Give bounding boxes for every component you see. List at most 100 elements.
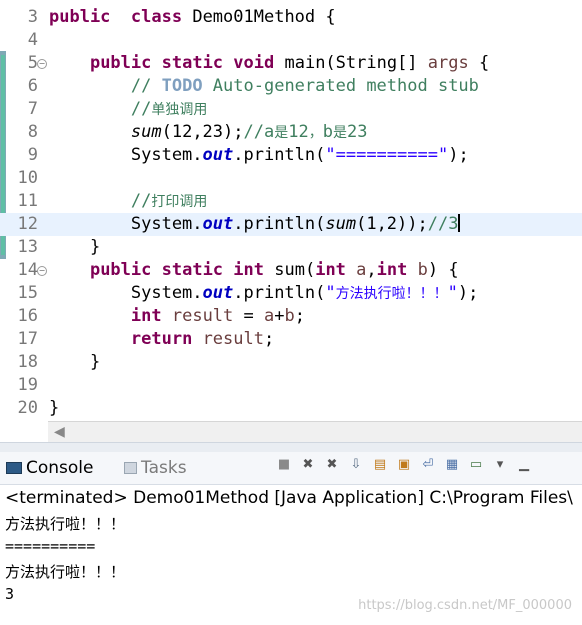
code-token: , [366, 260, 377, 280]
open-console-icon[interactable]: ▭ [468, 457, 484, 473]
code-token: System. [49, 145, 203, 165]
code-token: out [202, 145, 234, 165]
display-selected-console-icon[interactable]: ▦ [444, 457, 460, 473]
console-output[interactable]: <terminated> Demo01Method [Java Applicat… [0, 485, 582, 625]
code-token: b [417, 260, 428, 280]
code-line[interactable]: 5− public static void main(String[] args… [0, 52, 582, 75]
code-token: TODO [161, 76, 203, 96]
code-token: sum [325, 214, 357, 234]
code-editor[interactable]: 3 public class Demo01Method {4 5− public s… [0, 0, 582, 420]
code-token: void [233, 53, 275, 73]
stop-icon[interactable]: ■ [276, 457, 292, 473]
code-token: sum [130, 122, 162, 142]
code-token: //打印调用 [130, 191, 208, 211]
code-token: { [468, 53, 490, 73]
code-token: public [89, 260, 152, 280]
code-token: "方法执行啦！！！" [325, 283, 458, 303]
code-line[interactable]: 14− public static int sum(int a,int b) { [0, 259, 582, 282]
line-number: 5 [27, 53, 38, 73]
code-token: } [49, 398, 60, 418]
scroll-lock-icon[interactable]: ⇩ [348, 457, 364, 473]
code-text: System.out.println(sum(1,2));//3 [49, 213, 461, 236]
code-line[interactable]: 11 //打印调用 [0, 190, 582, 213]
code-line[interactable]: 6 // TODO Auto-generated method stub [0, 75, 582, 98]
code-text: public static int sum(int a,int b) { [49, 259, 459, 282]
code-line[interactable]: 16 int result = a+b; [0, 305, 582, 328]
line-number: 12 [17, 214, 38, 234]
line-number: 20 [17, 398, 38, 418]
pin-console-icon[interactable]: ▣ [396, 457, 412, 473]
console-tab-label: Console [26, 458, 94, 478]
code-text: } [49, 351, 100, 374]
minus-circle-icon[interactable]: − [37, 266, 47, 276]
code-line[interactable]: 13 } [0, 236, 582, 259]
code-line[interactable]: 12 System.out.println(sum(1,2));//3 [0, 213, 582, 236]
line-number: 9 [27, 145, 38, 165]
code-token: //a是12，b是23 [243, 122, 368, 142]
line-number: 7 [27, 99, 38, 119]
code-line[interactable]: 7 //单独调用 [0, 98, 582, 121]
code-line[interactable]: 4 [0, 29, 582, 52]
code-line[interactable]: 15 System.out.println("方法执行啦！！！"); [0, 282, 582, 305]
code-token: "==========" [325, 145, 449, 165]
console-status-line: <terminated> Demo01Method [Java Applicat… [5, 488, 573, 508]
console-output-line: ========== [5, 537, 96, 555]
line-number: 6 [27, 76, 38, 96]
code-token: ; [263, 329, 275, 349]
code-token: main(String[] [274, 53, 428, 73]
code-line[interactable]: 20} [0, 397, 582, 420]
code-token: System. [49, 214, 203, 234]
tab-tasks[interactable]: Tasks [124, 458, 187, 478]
code-token: args [427, 53, 469, 73]
view-menu-icon[interactable]: ▾ [492, 457, 508, 473]
code-token: public [89, 53, 152, 73]
line-number: 19 [17, 375, 38, 395]
code-token: b [284, 306, 295, 326]
code-token: int [233, 260, 265, 280]
minus-circle-icon[interactable]: − [37, 59, 47, 69]
code-text: return result; [49, 328, 274, 351]
code-line[interactable]: 3 public class Demo01Method { [0, 6, 582, 29]
console-icon [6, 462, 22, 474]
code-token: result [171, 306, 234, 326]
code-token: Auto-generated method stub [202, 76, 479, 96]
word-wrap-icon[interactable]: ⏎ [420, 457, 436, 473]
code-token: ); [448, 145, 469, 165]
code-token: static [161, 53, 224, 73]
code-line[interactable]: 17 return result; [0, 328, 582, 351]
code-line[interactable]: 10 [0, 167, 582, 190]
console-output-line: 方法执行啦！！！ [5, 515, 126, 533]
code-token: static [161, 260, 224, 280]
code-token: System. [49, 283, 203, 303]
tab-console[interactable]: Console [6, 458, 94, 478]
code-token: .println( [233, 145, 326, 165]
code-line[interactable]: 19 [0, 374, 582, 397]
code-line[interactable]: 9 System.out.println("=========="); [0, 144, 582, 167]
horizontal-scrollbar[interactable]: ◀ [48, 421, 582, 442]
code-token: //单独调用 [130, 99, 208, 119]
scroll-left-icon[interactable]: ◀ [54, 422, 65, 442]
minimize-icon[interactable]: ▁ [516, 457, 532, 473]
console-toolbar: Console Tasks ■ ✖ ✖ ⇩ ▤ ▣ ⏎ ▦ ▭ ▾ ▁ [0, 452, 582, 485]
code-text: System.out.println("=========="); [49, 144, 469, 167]
line-number: 16 [17, 306, 38, 326]
code-line[interactable]: 8 sum(12,23);//a是12，b是23 [0, 121, 582, 144]
code-text: // TODO Auto-generated method stub [49, 75, 479, 98]
code-token: } [49, 237, 101, 257]
remove-all-icon[interactable]: ✖ [324, 457, 340, 473]
code-line[interactable]: 18 } [0, 351, 582, 374]
code-text: int result = a+b; [49, 305, 305, 328]
code-token: class [130, 7, 183, 27]
remove-launch-icon[interactable]: ✖ [300, 457, 316, 473]
console-output-line: 3 [5, 585, 15, 603]
code-token: // [130, 76, 162, 96]
line-number: 11 [17, 191, 38, 211]
clear-console-icon[interactable]: ▤ [372, 457, 388, 473]
